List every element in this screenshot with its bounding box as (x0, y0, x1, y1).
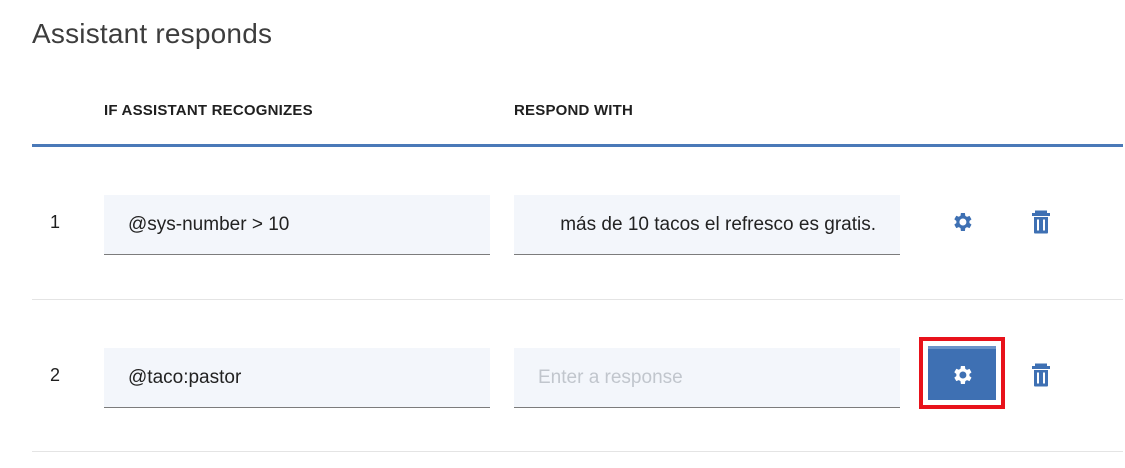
row-number: 1 (50, 212, 61, 232)
response-input[interactable]: más de 10 tacos el refresco es gratis. (514, 195, 900, 255)
header-divider (32, 144, 1123, 147)
highlight-box (919, 337, 1005, 409)
condition-input[interactable] (104, 195, 490, 255)
settings-button[interactable] (928, 346, 996, 400)
column-header-response: RESPOND WITH (514, 102, 634, 119)
delete-button[interactable] (1021, 355, 1061, 395)
column-header-condition: IF ASSISTANT RECOGNIZES (104, 102, 313, 119)
row-divider (32, 299, 1123, 300)
response-input[interactable] (514, 348, 900, 408)
delete-button[interactable] (1021, 202, 1061, 242)
gear-icon (954, 213, 972, 231)
response-input-value: más de 10 tacos el refresco es gratis. (560, 214, 876, 235)
condition-input[interactable] (104, 348, 490, 408)
trash-icon (1032, 210, 1050, 234)
trash-icon (1032, 363, 1050, 387)
settings-button[interactable] (942, 202, 982, 242)
row-divider (32, 451, 1123, 452)
gear-icon (954, 365, 972, 384)
section-title: Assistant responds (32, 18, 273, 49)
row-number: 2 (50, 365, 61, 385)
